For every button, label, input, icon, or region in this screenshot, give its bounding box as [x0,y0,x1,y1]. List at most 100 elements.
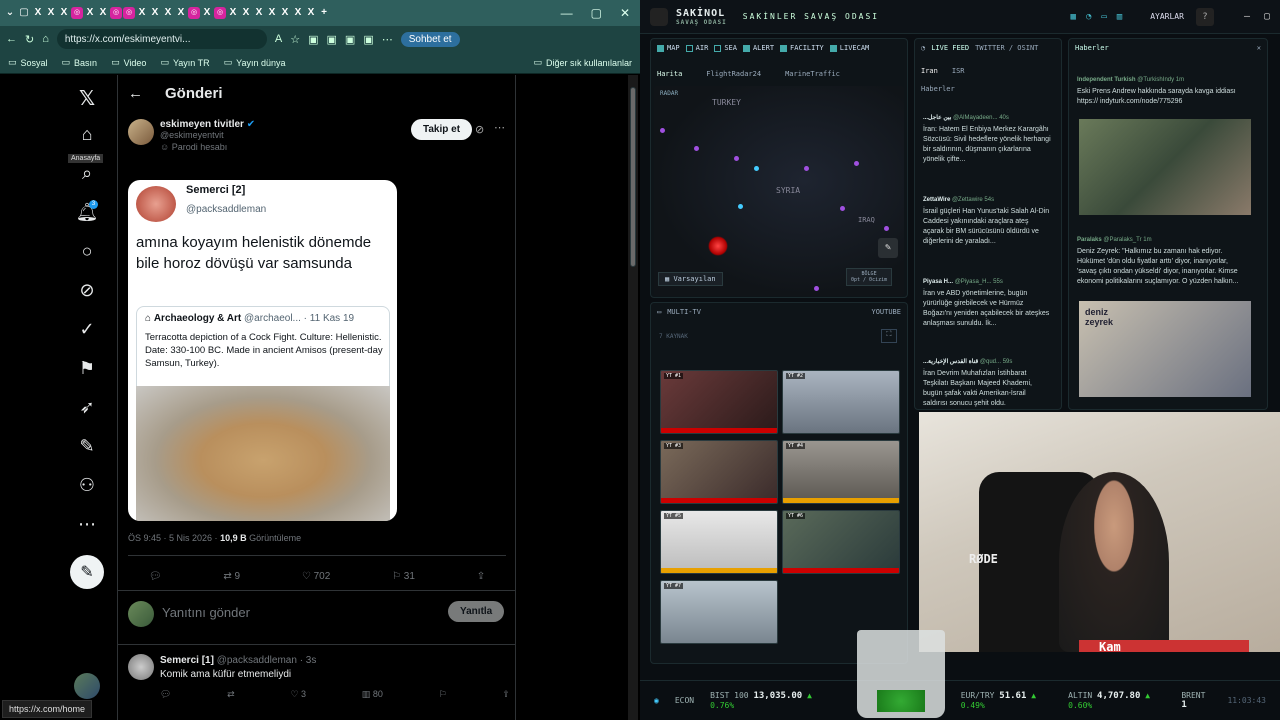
tv-stream[interactable]: YT #1 [660,370,778,434]
tv-stream[interactable]: YT #5 [660,510,778,574]
alert-hotspot[interactable] [708,236,728,256]
quoted-post-image[interactable]: Semerci [2] @packsaddleman amına koyayım… [128,180,397,521]
tab-marinetraffic[interactable]: MarineTraffic [785,70,840,78]
map-marker[interactable] [660,128,665,133]
tab-instagram-icon[interactable]: ◎ [110,7,122,19]
tv-icon[interactable]: ▭ [1101,12,1106,22]
bookmarks-icon[interactable]: ⚑ [72,353,102,383]
tab-haberler[interactable]: Haberler [921,85,955,93]
close-icon[interactable]: ✕ [620,6,630,20]
tab-x-icon[interactable]: X [253,7,265,19]
grok-icon[interactable]: ⊘ [475,123,484,136]
map-marker[interactable] [754,166,759,171]
map-preset-button[interactable]: ▦ Varsayılan [658,272,723,286]
tab-x-icon[interactable]: X [136,7,148,19]
workspaces-icon[interactable]: ▢ [18,7,30,19]
other-bookmarks[interactable]: ▭ Diğer sık kullanılanlar [533,57,632,68]
ticker-item[interactable]: EUR/TRY 51.61 ▲ 0.49% [961,691,1052,710]
x-logo-icon[interactable]: 𝕏 [72,83,102,113]
read-aloud-icon[interactable]: A [275,33,282,45]
refresh-icon[interactable]: ↻ [25,33,34,46]
tab-x-icon[interactable]: X [201,7,213,19]
scrollbar-thumb[interactable] [630,87,636,267]
page-scrollbar[interactable] [628,75,638,720]
draw-icon[interactable]: ✎ [878,238,898,258]
tab-x-icon[interactable]: X [279,7,291,19]
tv-stream[interactable]: YT #7 [660,580,778,644]
extension-icon[interactable]: ▣ [327,33,337,46]
filter-facility[interactable]: FACILITY [780,44,824,52]
extension-icon[interactable]: ▣ [363,33,373,46]
ticker-item[interactable]: BRENT 1 [1181,691,1211,710]
author-name[interactable]: eskimeyen tivitler [160,119,244,130]
tab-instagram-icon[interactable]: ◎ [71,7,83,19]
home-icon[interactable]: ⌂ [72,119,102,149]
tab-x-icon[interactable]: X [45,7,57,19]
ticker-item[interactable]: ALTIN 4,707.80 ▲ 0.60% [1068,691,1165,710]
follow-button[interactable]: Takip et [411,119,473,140]
grok-icon[interactable]: ⊘ [72,275,102,305]
url-field[interactable]: https://x.com/eskimeyentvi... [56,29,267,49]
maximize-icon[interactable]: ▢ [591,6,602,20]
close-icon[interactable]: ✕ [1257,44,1261,52]
extension-icon[interactable]: ▣ [308,33,318,46]
reply-input[interactable]: Yanıtını gönder [162,605,250,620]
tab-x-icon[interactable]: X [266,7,278,19]
favorite-icon[interactable]: ☆ [290,33,300,46]
tab-instagram-icon[interactable]: ◎ [188,7,200,19]
tab-iran[interactable]: Iran [921,67,938,75]
feed-item[interactable]: ZettaWire @Zettawire 54s İsrail güçleri H… [923,195,1051,247]
premium-icon[interactable]: ✓ [72,314,102,344]
filter-sea[interactable]: SEA [714,44,737,52]
compose-post-button[interactable]: ✎ [70,555,104,589]
share-icon[interactable]: ⇪ [477,571,485,582]
map-marker[interactable] [694,146,699,151]
rss-icon[interactable]: ◔ [1086,12,1091,22]
views-button[interactable]: ▥ 80 [362,689,383,700]
retweet-button[interactable]: ⇄ 9 [223,571,240,582]
maximize-icon[interactable]: ▢ [1264,11,1270,22]
tab-flightradar[interactable]: FlightRadar24 [706,70,761,78]
home-icon[interactable]: ⌂ [42,33,49,45]
more-icon[interactable]: ⋯ [494,121,505,134]
bookmark-folder[interactable]: ▭ Sosyal [8,57,48,68]
minimize-icon[interactable]: — [561,6,573,20]
tab-x-icon[interactable]: X [149,7,161,19]
bookmark-folder[interactable]: ▭ Basın [62,57,98,68]
map-marker[interactable] [738,204,743,209]
map-marker[interactable] [804,166,809,171]
tab-x-icon[interactable]: X [227,7,239,19]
tab-x-icon[interactable]: X [32,7,44,19]
feed-item[interactable]: Piyasa H... @Piyasa_H... 55s İran ve ABD … [923,277,1051,329]
retweet-icon[interactable]: ⇄ [227,689,235,700]
copilot-chat-button[interactable]: Sohbet et [400,31,460,47]
map-marker[interactable] [734,156,739,161]
settings-button[interactable]: AYARLAR [1150,12,1184,21]
map-marker[interactable] [840,206,845,211]
tab-x-icon[interactable]: X [305,7,317,19]
extension-icon[interactable]: ▣ [345,33,355,46]
tab-x-icon[interactable]: X [162,7,174,19]
reply-button[interactable]: Yanıtla [448,601,505,622]
map-marker[interactable] [884,226,889,231]
tab-actions-icon[interactable]: ⌄ [4,7,16,19]
map-marker[interactable] [854,161,859,166]
like-button[interactable]: ♡ 3 [290,689,306,700]
fullscreen-icon[interactable]: ⛶ [881,329,897,343]
rocket-icon[interactable]: ➶ [72,392,102,422]
share-icon[interactable]: ⇪ [502,689,510,700]
tv-stream[interactable]: YT #2 [782,370,900,434]
tab-x-icon[interactable]: X [175,7,187,19]
tab-harita[interactable]: Harita [657,70,682,78]
map-icon[interactable]: ▦ [1071,12,1076,22]
new-tab-icon[interactable]: + [318,7,330,19]
help-icon[interactable]: ? [1195,7,1214,26]
tab-isr[interactable]: ISR [952,67,965,75]
account-avatar[interactable] [74,673,100,699]
filter-map[interactable]: MAP [657,44,680,52]
reply-icon[interactable]: 💬︎ [149,571,162,582]
tab-x-icon[interactable]: X [292,7,304,19]
back-arrow-icon[interactable]: ← [128,85,143,102]
bookmark-folder[interactable]: ▭ Yayın dünya [224,57,286,68]
search-icon[interactable]: ⌕ [72,158,102,188]
